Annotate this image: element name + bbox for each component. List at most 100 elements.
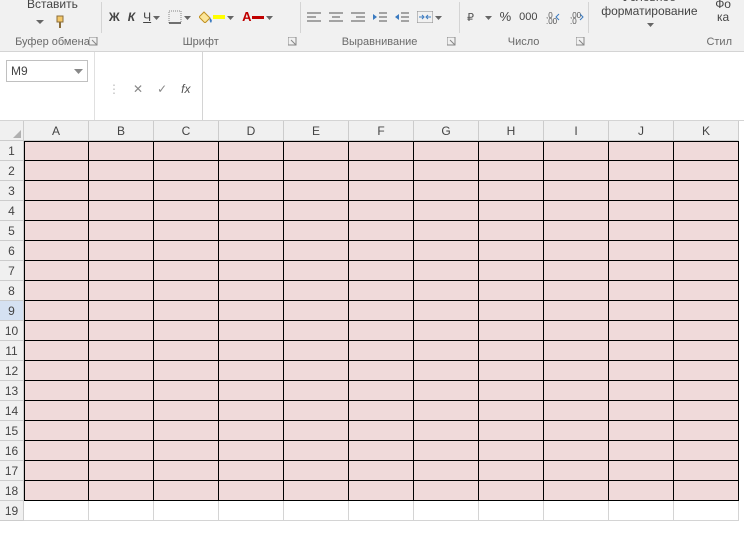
cancel-formula-icon[interactable]: ✕ xyxy=(129,80,147,98)
cell[interactable] xyxy=(89,381,154,401)
cell[interactable] xyxy=(479,481,544,501)
cell[interactable] xyxy=(154,501,219,521)
cell[interactable] xyxy=(349,281,414,301)
format-as-table-button[interactable]: Фо ка xyxy=(712,0,734,26)
merge-cells-icon[interactable] xyxy=(414,8,445,26)
column-header[interactable]: C xyxy=(154,121,219,141)
cell[interactable] xyxy=(89,481,154,501)
cell[interactable] xyxy=(479,401,544,421)
cell[interactable] xyxy=(284,381,349,401)
cell[interactable] xyxy=(414,221,479,241)
cell[interactable] xyxy=(219,141,284,161)
row-header[interactable]: 12 xyxy=(0,361,24,381)
cell[interactable] xyxy=(544,141,609,161)
row-header[interactable]: 7 xyxy=(0,261,24,281)
enter-formula-icon[interactable]: ✓ xyxy=(153,80,171,98)
cell[interactable] xyxy=(544,441,609,461)
cell[interactable] xyxy=(479,161,544,181)
font-color-button[interactable]: А xyxy=(239,7,275,26)
cell[interactable] xyxy=(89,141,154,161)
cell[interactable] xyxy=(24,441,89,461)
row-header[interactable]: 11 xyxy=(0,341,24,361)
cell[interactable] xyxy=(414,141,479,161)
cell[interactable] xyxy=(154,441,219,461)
name-box[interactable]: M9 xyxy=(6,60,88,82)
cell[interactable] xyxy=(219,501,284,521)
accounting-format-icon[interactable]: ₽ xyxy=(464,8,495,26)
cell[interactable] xyxy=(154,481,219,501)
cell[interactable] xyxy=(154,381,219,401)
cell[interactable] xyxy=(89,241,154,261)
cell[interactable] xyxy=(284,401,349,421)
row-header[interactable]: 14 xyxy=(0,401,24,421)
cell[interactable] xyxy=(544,321,609,341)
column-header[interactable]: E xyxy=(284,121,349,141)
cell[interactable] xyxy=(349,321,414,341)
cell[interactable] xyxy=(154,301,219,321)
cell[interactable] xyxy=(544,341,609,361)
cell[interactable] xyxy=(24,141,89,161)
column-header[interactable]: H xyxy=(479,121,544,141)
cell[interactable] xyxy=(349,461,414,481)
insert-function-button[interactable]: fx xyxy=(177,80,194,98)
cell[interactable] xyxy=(349,261,414,281)
cell[interactable] xyxy=(414,341,479,361)
cell[interactable] xyxy=(544,421,609,441)
cell[interactable] xyxy=(349,241,414,261)
cell[interactable] xyxy=(154,221,219,241)
cell[interactable] xyxy=(219,361,284,381)
cell[interactable] xyxy=(609,241,674,261)
cell[interactable] xyxy=(219,401,284,421)
cell[interactable] xyxy=(24,181,89,201)
cell[interactable] xyxy=(154,181,219,201)
row-header[interactable]: 10 xyxy=(0,321,24,341)
cell[interactable] xyxy=(414,301,479,321)
cell[interactable] xyxy=(609,441,674,461)
cell[interactable] xyxy=(219,301,284,321)
cell[interactable] xyxy=(154,281,219,301)
cell[interactable] xyxy=(479,461,544,481)
cell[interactable] xyxy=(544,401,609,421)
row-header[interactable]: 3 xyxy=(0,181,24,201)
increase-indent-icon[interactable] xyxy=(392,9,412,25)
percent-format-button[interactable]: % xyxy=(497,7,515,26)
cell[interactable] xyxy=(219,341,284,361)
cell[interactable] xyxy=(674,241,739,261)
cell[interactable] xyxy=(674,261,739,281)
cell[interactable] xyxy=(349,181,414,201)
cell[interactable] xyxy=(89,441,154,461)
row-header[interactable]: 13 xyxy=(0,381,24,401)
cell[interactable] xyxy=(479,201,544,221)
cell[interactable] xyxy=(414,361,479,381)
cell[interactable] xyxy=(479,281,544,301)
cell[interactable] xyxy=(609,221,674,241)
row-header[interactable]: 6 xyxy=(0,241,24,261)
column-header[interactable]: J xyxy=(609,121,674,141)
cell[interactable] xyxy=(414,281,479,301)
cell[interactable] xyxy=(609,401,674,421)
cell[interactable] xyxy=(349,341,414,361)
column-header[interactable]: A xyxy=(24,121,89,141)
cell[interactable] xyxy=(414,441,479,461)
increase-decimal-icon[interactable]: ,0,00 xyxy=(543,8,565,26)
column-header[interactable]: I xyxy=(544,121,609,141)
cell[interactable] xyxy=(284,181,349,201)
cell[interactable] xyxy=(544,281,609,301)
cell[interactable] xyxy=(674,441,739,461)
cell[interactable] xyxy=(674,341,739,361)
cell[interactable] xyxy=(24,161,89,181)
cell[interactable] xyxy=(349,421,414,441)
cell[interactable] xyxy=(154,321,219,341)
border-button[interactable] xyxy=(165,8,194,26)
cell[interactable] xyxy=(219,181,284,201)
cell[interactable] xyxy=(674,141,739,161)
cell[interactable] xyxy=(154,461,219,481)
align-right-icon[interactable] xyxy=(348,9,368,25)
cell[interactable] xyxy=(674,501,739,521)
cell[interactable] xyxy=(414,381,479,401)
cell[interactable] xyxy=(674,481,739,501)
cell[interactable] xyxy=(24,201,89,221)
cell[interactable] xyxy=(219,441,284,461)
cell[interactable] xyxy=(24,401,89,421)
cell[interactable] xyxy=(609,481,674,501)
